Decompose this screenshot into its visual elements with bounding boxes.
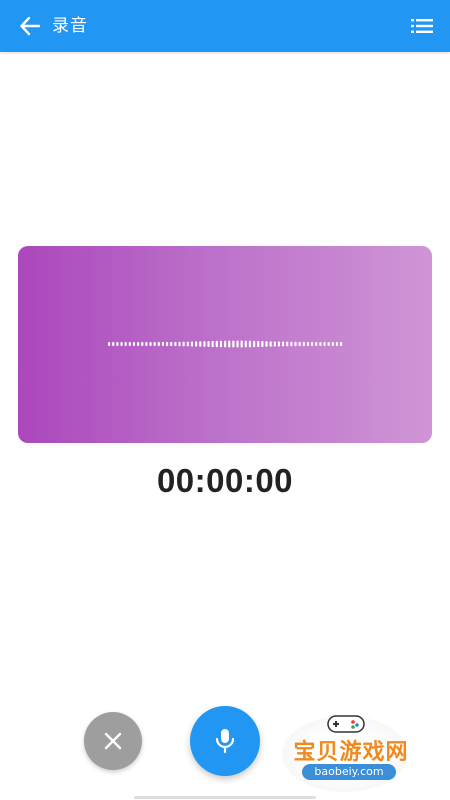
waveform-bar — [282, 341, 285, 347]
waveform-bar — [232, 340, 235, 348]
waveform-bar — [219, 340, 223, 348]
waveform-bar — [302, 341, 305, 347]
waveform-bar — [269, 341, 272, 347]
waveform-bar — [215, 340, 218, 348]
waveform-bar — [161, 341, 165, 347]
waveform-bar — [186, 341, 189, 347]
waveform-bar — [265, 341, 268, 347]
waveform-bar — [273, 341, 276, 347]
waveform-bar — [157, 341, 160, 347]
waveform-bar — [315, 341, 318, 347]
waveform-bar — [145, 341, 148, 347]
waveform-bar — [195, 341, 198, 347]
waveform-bar — [340, 342, 343, 347]
audio-visualizer — [18, 246, 432, 443]
waveform-bar — [112, 342, 115, 346]
arrow-left-icon — [20, 16, 41, 36]
recordings-list-button[interactable] — [408, 12, 436, 40]
waveform-bar — [290, 341, 293, 347]
waveform-bar — [331, 341, 334, 347]
waveform-bar — [141, 341, 144, 347]
waveform-bar — [327, 341, 330, 347]
waveform-bar — [178, 341, 181, 347]
waveform-bar — [286, 341, 289, 347]
waveform-bar — [257, 340, 260, 348]
back-button[interactable] — [16, 12, 44, 40]
waveform-bar — [277, 341, 281, 347]
waveform-bar — [248, 340, 252, 348]
waveform-bar — [294, 341, 297, 347]
waveform — [108, 340, 343, 348]
home-indicator — [134, 796, 316, 799]
record-button[interactable] — [190, 706, 260, 776]
watermark-logo: 宝贝游戏网 baobeiy.com — [276, 706, 426, 794]
waveform-bar — [166, 341, 169, 347]
waveform-bar — [182, 341, 185, 347]
waveform-bar — [108, 342, 111, 346]
waveform-bar — [240, 340, 243, 348]
microphone-icon — [215, 729, 235, 754]
watermark-url: baobeiy.com — [302, 764, 396, 780]
waveform-bar — [120, 342, 123, 346]
waveform-bar — [199, 341, 202, 347]
waveform-bar — [298, 341, 301, 347]
waveform-bar — [253, 340, 256, 348]
waveform-bar — [207, 341, 210, 347]
waveform-bar — [335, 342, 339, 347]
waveform-bar — [190, 341, 194, 347]
waveform-bar — [311, 341, 314, 347]
waveform-bar — [203, 341, 206, 347]
waveform-bar — [170, 341, 173, 347]
waveform-bar — [306, 341, 310, 347]
page-title: 录音 — [52, 16, 88, 36]
waveform-bar — [174, 341, 177, 347]
waveform-bar — [124, 342, 127, 346]
cancel-button[interactable] — [84, 712, 142, 770]
waveform-bar — [323, 341, 326, 347]
waveform-bar — [224, 340, 227, 348]
list-icon — [411, 19, 433, 33]
waveform-bar — [153, 341, 156, 347]
waveform-bar — [228, 340, 231, 348]
watermark-text: 宝贝游戏网 — [293, 740, 409, 765]
waveform-bar — [116, 342, 119, 346]
app-bar: 录音 — [0, 0, 450, 52]
waveform-bar — [319, 341, 322, 347]
waveform-bar — [236, 340, 239, 348]
gamepad-icon — [327, 715, 365, 733]
close-icon — [104, 732, 122, 750]
waveform-bar — [132, 342, 136, 347]
waveform-bar — [137, 341, 140, 346]
waveform-bar — [211, 340, 214, 348]
waveform-bar — [149, 341, 152, 347]
waveform-bar — [128, 342, 131, 346]
waveform-bar — [261, 340, 264, 348]
recording-timer: 00:00:00 — [156, 462, 294, 499]
waveform-bar — [244, 340, 247, 348]
